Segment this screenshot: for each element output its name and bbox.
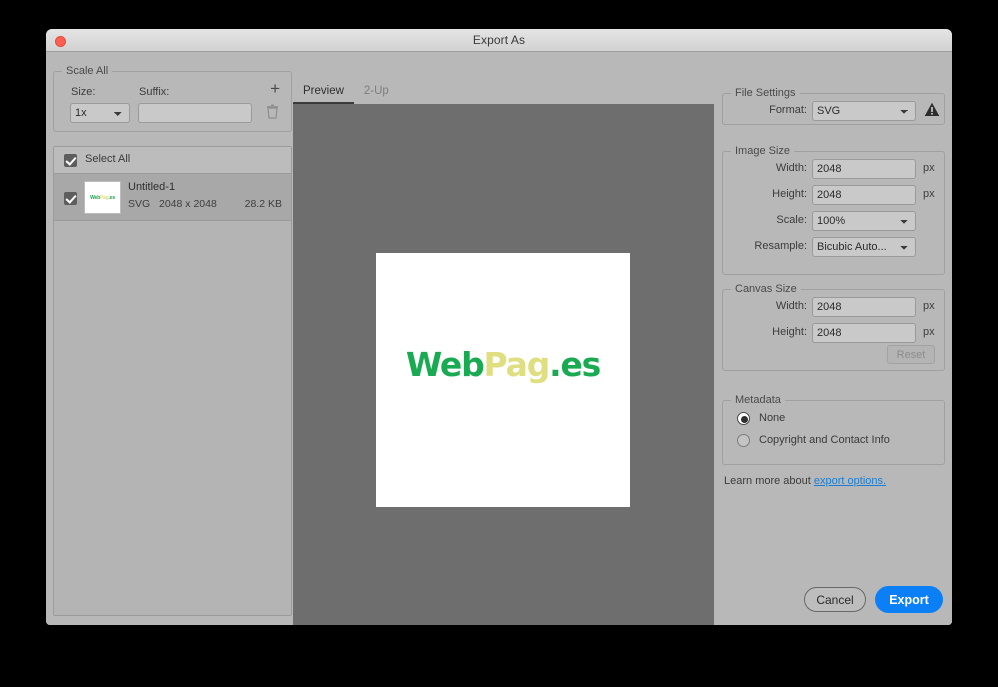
select-all-row[interactable]: Select All <box>54 147 291 174</box>
preview-stage[interactable]: WebPag.es <box>293 104 714 625</box>
export-button[interactable]: Export <box>875 586 943 613</box>
learn-more-row: Learn more about export options. <box>724 475 886 487</box>
metadata-none-label: None <box>759 412 786 424</box>
metadata-copyright-label: Copyright and Contact Info <box>759 434 890 446</box>
canvas-size-legend: Canvas Size <box>735 283 797 295</box>
canvas-width-input[interactable] <box>812 297 916 317</box>
scale-label: Scale: <box>776 214 807 226</box>
metadata-group: Metadata None Copyright and Contact Info <box>722 394 945 465</box>
canvas-height-input[interactable] <box>812 323 916 343</box>
window-title: Export As <box>472 33 526 47</box>
canvas-height-label: Height: <box>772 326 807 338</box>
format-select[interactable]: SVG <box>812 101 916 121</box>
thumbnail-logo: WebPag.es <box>90 194 115 201</box>
left-panel: Scale All Size: Suffix: + 1x Select All … <box>53 57 292 619</box>
image-height-unit: px <box>923 188 935 200</box>
suffix-input[interactable] <box>138 103 252 123</box>
file-item-checkbox[interactable] <box>64 192 77 205</box>
title-bar: Export As <box>46 29 952 52</box>
resample-label: Resample: <box>754 240 807 252</box>
image-height-input[interactable] <box>812 185 916 205</box>
trash-icon[interactable] <box>266 104 279 119</box>
logo-part-pag: Pag <box>483 345 551 384</box>
warning-triangle-icon[interactable] <box>922 100 942 119</box>
radio-copyright[interactable] <box>737 434 750 447</box>
learn-more-text: Learn more about <box>724 475 811 487</box>
scale-all-group: Scale All Size: Suffix: + 1x <box>53 65 292 132</box>
file-thumbnail: WebPag.es <box>84 181 121 214</box>
file-size: 28.2 KB <box>244 198 282 210</box>
image-size-group: Image Size Width: px Height: px Scale: 1… <box>722 145 945 275</box>
export-as-dialog: Export As Scale All Size: Suffix: + 1x S… <box>46 29 952 625</box>
size-label: Size: <box>71 86 96 98</box>
canvas-size-group: Canvas Size Width: px Height: px Reset <box>722 283 945 371</box>
resample-select[interactable]: Bicubic Auto... <box>812 237 916 257</box>
scale-all-legend: Scale All <box>66 65 109 77</box>
image-height-label: Height: <box>772 188 807 200</box>
canvas-width-label: Width: <box>775 300 807 312</box>
list-item[interactable]: WebPag.es Untitled-1 SVG 2048 x 2048 28.… <box>54 174 291 221</box>
file-name: Untitled-1 <box>128 181 176 193</box>
select-all-label: Select All <box>85 153 131 165</box>
metadata-option-none[interactable]: None <box>723 412 944 434</box>
image-size-legend: Image Size <box>735 145 791 157</box>
image-width-unit: px <box>923 162 935 174</box>
file-dimensions: 2048 x 2048 <box>159 198 217 210</box>
tab-preview[interactable]: Preview <box>293 81 354 104</box>
export-options-link[interactable]: export options. <box>814 475 886 487</box>
close-window-button[interactable] <box>55 36 66 47</box>
scale-select[interactable]: 100% <box>812 211 916 231</box>
settings-panel: File Settings Format: SVG Image Size Wid… <box>715 52 952 625</box>
dialog-footer: Cancel Export <box>804 586 943 613</box>
metadata-option-copyright[interactable]: Copyright and Contact Info <box>723 434 944 456</box>
image-width-label: Width: <box>775 162 807 174</box>
logo-part-web: Web <box>405 345 485 384</box>
artboard-logo: WebPag.es <box>376 345 630 384</box>
tab-2up[interactable]: 2-Up <box>354 81 399 104</box>
dialog-body: Scale All Size: Suffix: + 1x Select All … <box>46 52 952 625</box>
radio-none[interactable] <box>737 412 750 425</box>
cancel-button[interactable]: Cancel <box>804 587 866 612</box>
export-file-list: Select All WebPag.es Untitled-1 SVG 2048… <box>53 146 292 616</box>
preview-panel: Preview 2-Up WebPag.es <box>293 52 714 625</box>
size-select[interactable]: 1x <box>70 103 130 123</box>
logo-part-es: .es <box>549 345 601 384</box>
file-settings-group: File Settings Format: SVG <box>722 87 945 125</box>
canvas-height-unit: px <box>923 326 935 338</box>
suffix-label: Suffix: <box>139 86 170 98</box>
image-width-input[interactable] <box>812 159 916 179</box>
select-all-checkbox[interactable] <box>64 154 77 167</box>
preview-tabs: Preview 2-Up <box>293 81 399 104</box>
file-format: SVG <box>128 198 151 210</box>
artboard-preview: WebPag.es <box>376 253 630 507</box>
format-label: Format: <box>769 104 807 116</box>
reset-button[interactable]: Reset <box>887 345 935 364</box>
add-scale-button[interactable]: + <box>270 80 280 97</box>
metadata-legend: Metadata <box>735 394 781 406</box>
file-settings-legend: File Settings <box>735 87 796 99</box>
canvas-width-unit: px <box>923 300 935 312</box>
